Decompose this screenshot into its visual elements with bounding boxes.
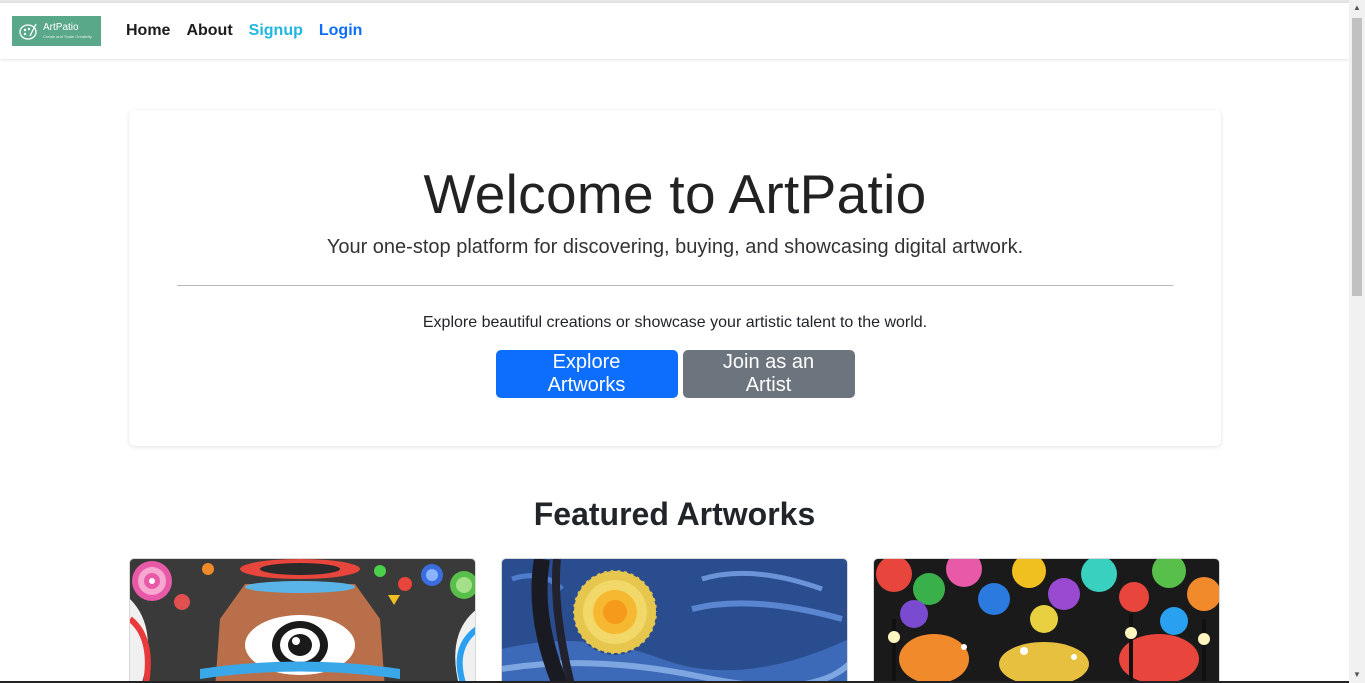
artwork-card[interactable] bbox=[129, 558, 476, 683]
nav-about-link[interactable]: About bbox=[186, 22, 232, 40]
hero-text: Explore beautiful creations or showcase … bbox=[422, 314, 928, 331]
nav-signup-link[interactable]: Signup bbox=[249, 22, 303, 40]
scroll-up-arrow-icon[interactable]: ▲ bbox=[1349, 0, 1365, 16]
join-as-artist-button[interactable]: Join as an Artist bbox=[682, 350, 855, 398]
featured-artworks-heading: Featured Artworks bbox=[533, 496, 816, 532]
palette-icon bbox=[19, 23, 37, 40]
hero-buttons: Explore Artworks Join as an Artist bbox=[129, 350, 1221, 398]
artwork-image-psychedelic-eye bbox=[130, 559, 475, 683]
brand-name: ArtPatio bbox=[43, 22, 79, 33]
artwork-card[interactable] bbox=[501, 558, 848, 683]
hero-title: Welcome to ArtPatio bbox=[423, 163, 927, 225]
hero-card: Welcome to ArtPatio Your one-stop platfo… bbox=[129, 110, 1221, 446]
scrollbar-thumb[interactable] bbox=[1352, 18, 1362, 296]
nav-login-link[interactable]: Login bbox=[319, 22, 363, 40]
hero-divider bbox=[177, 285, 1173, 286]
brand-tagline: Create and Trade Creativity bbox=[43, 34, 92, 39]
hero-subtitle: Your one-stop platform for discovering, … bbox=[326, 236, 1024, 258]
artwork-image-colorful-park bbox=[874, 559, 1219, 683]
nav-links: Home About Signup Login bbox=[126, 3, 378, 59]
navbar: ArtPatio Create and Trade Creativity Hom… bbox=[0, 3, 1349, 59]
brand-text: ArtPatio Create and Trade Creativity bbox=[43, 23, 92, 39]
artwork-image-starry-night bbox=[502, 559, 847, 683]
nav-home-link[interactable]: Home bbox=[126, 22, 170, 40]
scroll-down-arrow-icon[interactable]: ▼ bbox=[1349, 667, 1365, 683]
artwork-card[interactable] bbox=[873, 558, 1220, 683]
brand-logo[interactable]: ArtPatio Create and Trade Creativity bbox=[12, 16, 101, 46]
vertical-scrollbar[interactable]: ▲ ▼ bbox=[1349, 0, 1365, 683]
explore-artworks-button[interactable]: Explore Artworks bbox=[495, 350, 678, 398]
